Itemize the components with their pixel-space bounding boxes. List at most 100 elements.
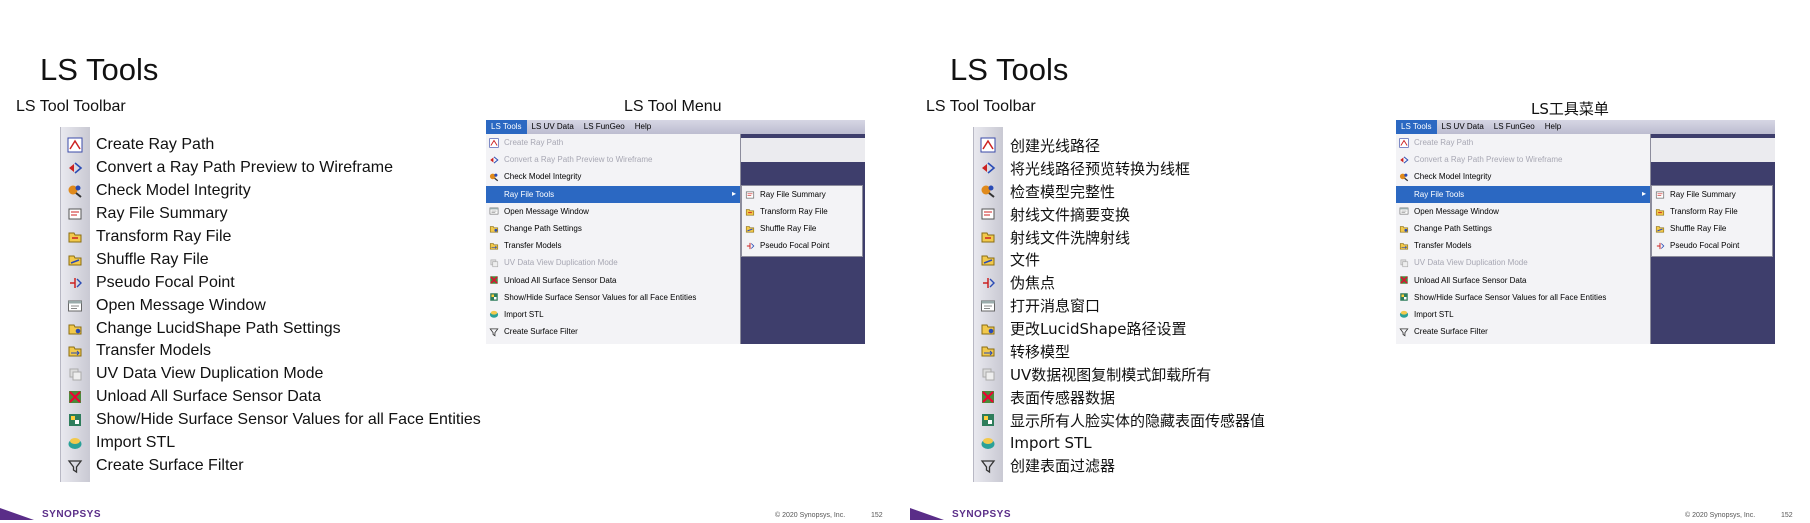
menu-item[interactable]: UV Data View Duplication Mode [486,254,740,271]
shuffle-ray-file-icon[interactable] [973,252,1002,268]
menu-item[interactable]: Create Surface Filter [1396,323,1650,340]
menu-item[interactable]: Create Surface Filter [486,323,740,340]
menu-item[interactable]: Import STL [1396,306,1650,323]
menubar-item[interactable]: LS UV Data [527,120,579,134]
menu-item[interactable]: Change Path Settings [1396,220,1650,237]
tool-label: Show/Hide Surface Sensor Values for all … [96,411,481,429]
menu-item[interactable]: Change Path Settings [486,220,740,237]
convert-wireframe-icon[interactable] [60,160,89,176]
transfer-models-icon[interactable] [973,343,1002,359]
submenu-item[interactable]: Ray File Summary [742,186,862,203]
message-window-icon[interactable] [60,298,89,314]
menu-item-label: UV Data View Duplication Mode [1414,258,1528,268]
path-settings-icon [1396,224,1412,234]
surface-filter-icon[interactable] [60,458,89,474]
ray-file-summary-icon [742,190,758,200]
menu-item-label: Check Model Integrity [1414,172,1492,182]
submenu-item[interactable]: Ray File Summary [1652,186,1772,203]
menu-item-label: Transfer Models [1414,241,1472,251]
import-stl-icon[interactable] [973,435,1002,451]
message-window-icon[interactable] [973,298,1002,314]
show-hide-sensor-icon[interactable] [60,412,89,428]
menu-item[interactable]: Import STL [486,306,740,323]
transfer-models-icon[interactable] [60,343,89,359]
ray-file-summary-icon[interactable] [60,206,89,222]
create-ray-path-icon[interactable] [60,137,89,153]
shuffle-ray-file-icon[interactable] [60,252,89,268]
check-integrity-icon[interactable] [60,183,89,199]
path-settings-icon [486,224,502,234]
toolbar-area [1651,138,1775,162]
submenu-item[interactable]: Pseudo Focal Point [1652,237,1772,254]
pseudo-focal-point-icon[interactable] [60,275,89,291]
menu-item-label: Ray File Tools [504,189,555,199]
unload-sensor-icon[interactable] [60,389,89,405]
menu-item[interactable]: Create Ray Path [1396,134,1650,151]
menu-item[interactable]: Ray File Tools ▸ [1396,185,1650,203]
import-stl-icon[interactable] [60,435,89,451]
submenu-item[interactable]: Shuffle Ray File [1652,220,1772,237]
tool-label: Convert a Ray Path Preview to Wireframe [96,159,393,177]
path-settings-icon[interactable] [60,321,89,337]
tool-item: Shuffle Ray File [60,248,481,271]
toolbar-caption: LS Tool Toolbar [926,98,1036,115]
path-settings-icon[interactable] [973,321,1002,337]
submenu-item[interactable]: Transform Ray File [1652,203,1772,220]
tool-item: 转移模型 [973,340,1265,363]
submenu-item[interactable]: Pseudo Focal Point [742,237,862,254]
transform-ray-file-icon[interactable] [60,229,89,245]
menubar-item[interactable]: LS UV Data [1437,120,1489,134]
tool-label: Unload All Surface Sensor Data [96,388,322,406]
menubar-item[interactable]: LS Tools [486,120,527,134]
slide-title: LS Tools [40,52,159,87]
menu-item-label: Import STL [504,309,544,319]
menu-item[interactable]: Transfer Models [486,237,740,254]
unload-sensor-icon[interactable] [973,389,1002,405]
tool-label: Check Model Integrity [96,182,251,200]
convert-wireframe-icon[interactable] [973,160,1002,176]
menu-item[interactable]: Show/Hide Surface Sensor Values for all … [486,289,740,306]
ray-file-summary-icon[interactable] [973,206,1002,222]
submenu-item[interactable]: Transform Ray File [742,203,862,220]
menu-item[interactable]: Open Message Window [1396,203,1650,220]
menubar-item[interactable]: LS FunGeo [579,120,630,134]
slide-english: LS Tools LS Tool Toolbar LS Tool Menu Cr… [0,0,905,523]
menu-item[interactable]: Unload All Surface Sensor Data [1396,272,1650,289]
menubar-item[interactable]: LS Tools [1396,120,1437,134]
synopsys-logo: SYNOPSYS [0,508,101,520]
check-integrity-icon[interactable] [973,183,1002,199]
tool-item: Transform Ray File [60,226,481,249]
menu-item[interactable]: Open Message Window [486,203,740,220]
submenu-item[interactable]: Shuffle Ray File [742,220,862,237]
menu-item[interactable]: Ray File Tools ▸ [486,185,740,203]
tool-item: Create Surface Filter [60,454,481,477]
menu-item[interactable]: UV Data View Duplication Mode [1396,254,1650,271]
menubar-item[interactable]: Help [630,120,656,134]
menu-item[interactable]: Convert a Ray Path Preview to Wireframe [1396,151,1650,168]
create-ray-path-icon[interactable] [973,137,1002,153]
uv-duplication-icon[interactable] [60,366,89,382]
menu-item[interactable]: Create Ray Path [486,134,740,151]
menubar-item[interactable]: Help [1540,120,1566,134]
menu-item[interactable]: Unload All Surface Sensor Data [486,272,740,289]
menu-item-label: Open Message Window [504,206,589,216]
create-ray-path-icon [486,137,502,148]
pseudo-focal-point-icon[interactable] [973,275,1002,291]
uv-duplication-icon[interactable] [973,366,1002,382]
menu-item[interactable]: Check Model Integrity [486,168,740,185]
show-hide-sensor-icon[interactable] [973,412,1002,428]
submenu-item-label: Pseudo Focal Point [760,241,830,250]
menu-item[interactable]: Show/Hide Surface Sensor Values for all … [1396,289,1650,306]
menu-item-label: Open Message Window [1414,206,1499,216]
surface-filter-icon[interactable] [973,458,1002,474]
menu-item[interactable]: Check Model Integrity [1396,168,1650,185]
shuffle-ray-file-icon [742,224,758,234]
transform-ray-file-icon [1652,207,1668,217]
tool-label: Transfer Models [96,342,211,360]
unload-sensor-icon [486,275,502,285]
import-stl-icon [1396,309,1412,319]
menubar-item[interactable]: LS FunGeo [1489,120,1540,134]
transform-ray-file-icon[interactable] [973,229,1002,245]
menu-item[interactable]: Convert a Ray Path Preview to Wireframe [486,151,740,168]
menu-item[interactable]: Transfer Models [1396,237,1650,254]
